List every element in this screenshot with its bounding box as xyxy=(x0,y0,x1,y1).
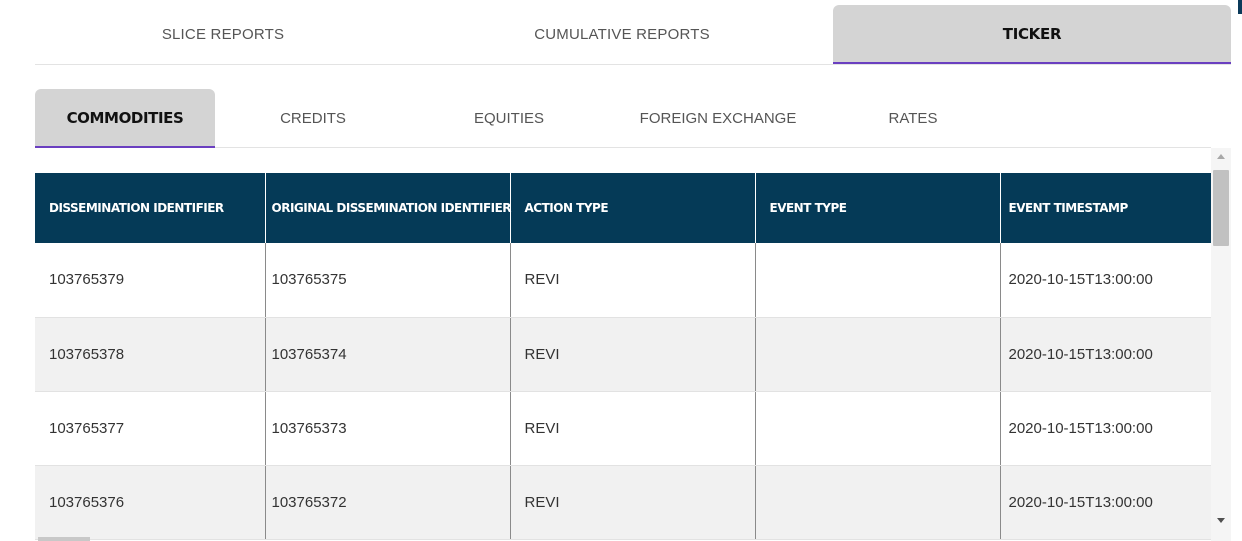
cell-event-timestamp: 2020-10-15T13:00:00 xyxy=(1000,465,1211,540)
tab-commodities[interactable]: COMMODITIES xyxy=(35,89,215,148)
table-row[interactable]: 103765378 103765374 REVI 2020-10-15T13:0… xyxy=(35,317,1211,392)
cell-event-timestamp: 2020-10-15T13:00:00 xyxy=(1000,317,1211,392)
tab-slice-reports[interactable]: SLICE REPORTS xyxy=(35,5,411,63)
cell-event-type xyxy=(755,317,1001,392)
column-header-original-dissemination-identifier[interactable]: ORIGINAL DISSEMINATION IDENTIFIER xyxy=(265,173,512,243)
cell-event-timestamp: 2020-10-15T13:00:00 xyxy=(1000,391,1211,466)
cell-original-dissemination-id: 103765374 xyxy=(265,317,511,392)
column-header-event-type[interactable]: EVENT TYPE xyxy=(755,173,1001,243)
ticker-table: DISSEMINATION IDENTIFIER ORIGINAL DISSEM… xyxy=(35,173,1211,540)
cell-dissemination-id: 103765378 xyxy=(35,317,266,392)
table-header-row: DISSEMINATION IDENTIFIER ORIGINAL DISSEM… xyxy=(35,173,1211,243)
tab-credits[interactable]: CREDITS xyxy=(215,89,411,147)
cell-event-type xyxy=(755,243,1001,318)
cell-original-dissemination-id: 103765375 xyxy=(265,243,511,318)
table-row[interactable]: 103765377 103765373 REVI 2020-10-15T13:0… xyxy=(35,391,1211,466)
corner-accent xyxy=(1238,0,1242,14)
cell-original-dissemination-id: 103765372 xyxy=(265,465,511,540)
scroll-down-arrow-icon[interactable] xyxy=(1217,518,1225,523)
cell-action-type: REVI xyxy=(510,465,756,540)
vertical-scrollbar[interactable] xyxy=(1211,148,1231,541)
cell-event-timestamp: 2020-10-15T13:00:00 xyxy=(1000,243,1211,318)
cell-original-dissemination-id: 103765373 xyxy=(265,391,511,466)
column-header-dissemination-identifier[interactable]: DISSEMINATION IDENTIFIER xyxy=(35,173,266,243)
cell-event-type xyxy=(755,465,1001,540)
scrollbar-thumb[interactable] xyxy=(1213,170,1229,246)
cell-event-type xyxy=(755,391,1001,466)
table-row[interactable]: 103765379 103765375 REVI 2020-10-15T13:0… xyxy=(35,243,1211,318)
column-header-action-type[interactable]: ACTION TYPE xyxy=(510,173,756,243)
cell-dissemination-id: 103765377 xyxy=(35,391,266,466)
cell-action-type: REVI xyxy=(510,243,756,318)
tab-ticker[interactable]: TICKER xyxy=(833,5,1231,64)
horizontal-scrollbar-thumb[interactable] xyxy=(38,537,90,541)
tab-cumulative-reports[interactable]: CUMULATIVE REPORTS xyxy=(411,5,833,63)
tab-foreign-exchange[interactable]: FOREIGN EXCHANGE xyxy=(607,89,829,147)
column-header-event-timestamp[interactable]: EVENT TIMESTAMP xyxy=(1000,173,1211,243)
scroll-up-arrow-icon[interactable] xyxy=(1217,154,1225,159)
cell-action-type: REVI xyxy=(510,317,756,392)
report-tabs: SLICE REPORTS CUMULATIVE REPORTS TICKER xyxy=(35,5,1231,65)
cell-dissemination-id: 103765376 xyxy=(35,465,266,540)
ticker-table-container: DISSEMINATION IDENTIFIER ORIGINAL DISSEM… xyxy=(35,173,1211,541)
table-row[interactable]: 103765376 103765372 REVI 2020-10-15T13:0… xyxy=(35,465,1211,540)
cell-action-type: REVI xyxy=(510,391,756,466)
tab-equities[interactable]: EQUITIES xyxy=(411,89,607,147)
tab-rates[interactable]: RATES xyxy=(829,89,997,147)
cell-dissemination-id: 103765379 xyxy=(35,243,266,318)
asset-class-tabs: COMMODITIES CREDITS EQUITIES FOREIGN EXC… xyxy=(35,89,1211,148)
